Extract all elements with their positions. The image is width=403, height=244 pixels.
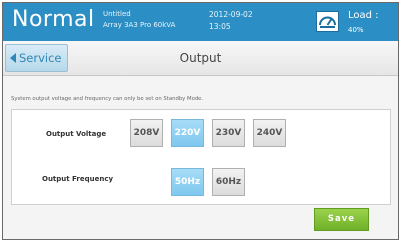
load-value: 40% [348,26,364,34]
standby-notice: System output voltage and frequency can … [11,96,204,102]
title-bar: Output Service [3,41,398,76]
load-label: Load : [348,10,379,21]
operating-mode: Normal [12,7,95,32]
back-button-label: Service [19,51,62,65]
status-bar: Normal Untitled Array 3A3 Pro 60kVA 2012… [3,3,398,41]
gauge-icon[interactable] [316,11,339,32]
back-button[interactable]: Service [5,44,68,72]
save-button[interactable]: Save [314,208,369,231]
frequency-option-50hz[interactable]: 50Hz [171,168,204,196]
output-frequency-label: Output Frequency [42,175,114,183]
voltage-option-208v[interactable]: 208V [130,119,163,147]
file-name: Untitled [103,10,131,18]
output-settings-panel: Output Voltage 208V 220V 230V 240V Outpu… [11,109,391,205]
arrow-left-icon [10,53,16,63]
frequency-option-60hz[interactable]: 60Hz [212,168,245,196]
output-voltage-label: Output Voltage [46,130,107,138]
voltage-option-220v[interactable]: 220V [171,119,204,147]
time-display: 13:05 [209,22,231,31]
voltage-option-240v[interactable]: 240V [253,119,286,147]
voltage-option-230v[interactable]: 230V [212,119,245,147]
date-display: 2012-09-02 [209,10,253,19]
device-model: Array 3A3 Pro 60kVA [103,21,176,29]
app-window: Normal Untitled Array 3A3 Pro 60kVA 2012… [2,2,399,240]
